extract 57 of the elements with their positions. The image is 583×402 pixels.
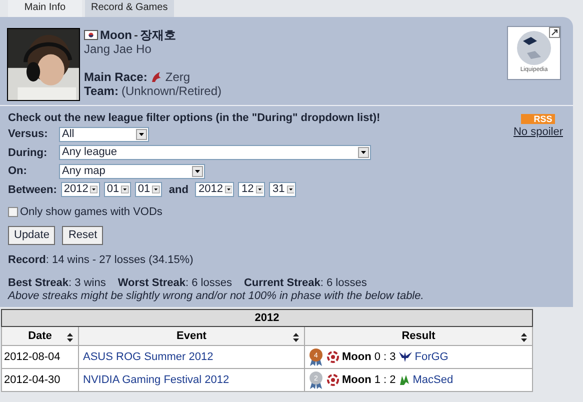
streak-value: : 6 losses	[320, 276, 367, 290]
tab[interactable]: Main Info	[8, 0, 82, 17]
no-spoiler-link[interactable]: No spoiler	[513, 124, 563, 140]
checkbox[interactable]	[8, 207, 18, 218]
filter-label: On:	[8, 164, 28, 179]
column-header[interactable]: Result	[304, 326, 532, 346]
player-name: Moon	[342, 372, 372, 388]
streak-value: : 3 wins	[68, 276, 106, 290]
dash: -	[134, 28, 138, 42]
race-label: Main Race:	[84, 70, 148, 84]
flag-icon	[84, 30, 98, 40]
real-name: Jang Jae Ho	[84, 42, 152, 56]
column-header[interactable]: Event	[78, 326, 304, 346]
streak-note: Above streaks might be slightly wrong and/or not 100% in phase with the below table.	[8, 290, 424, 302]
notice: Check out the new league filter options (in the "During" dropdown list)!	[8, 112, 380, 124]
dropdown[interactable]: All	[59, 126, 149, 142]
team-label: Team:	[84, 84, 118, 98]
streak-label: Worst Streak	[118, 276, 186, 290]
dropdown[interactable]: 12	[238, 182, 266, 198]
player-name: Moon	[342, 350, 372, 365]
filter-label: Between:	[8, 182, 57, 198]
dropdown[interactable]: Any map	[59, 164, 205, 179]
dropdown[interactable]: 01	[104, 182, 131, 198]
streak-value: : 6 losses	[186, 276, 232, 290]
tab[interactable]: Record & Games	[85, 0, 174, 17]
race-name: Zerg	[165, 70, 190, 84]
dropdown[interactable]: Any league	[59, 145, 371, 160]
table-title: 2012	[2, 309, 532, 326]
dropdown[interactable]: 01	[134, 182, 162, 198]
date-cell: 2012-08-04	[2, 346, 78, 368]
sort-icon	[293, 333, 299, 342]
form-button[interactable]: Update	[8, 226, 56, 244]
player-name: Moon	[100, 28, 132, 42]
streak-label: Best Streak	[8, 276, 69, 290]
score: 1 : 2	[374, 372, 396, 388]
dropdown[interactable]: 2012	[60, 182, 100, 198]
score: 0 : 3	[374, 350, 396, 365]
dropdown[interactable]: 2012	[195, 182, 234, 198]
checkbox-label: Only show games with VODs	[20, 205, 162, 220]
column-header[interactable]: Date	[2, 326, 78, 346]
sort-icon	[67, 333, 73, 342]
team-name: (Unknown/Retired)	[121, 84, 222, 98]
and-label: and	[168, 182, 188, 198]
globe-icon	[515, 29, 553, 67]
opponent-link[interactable]: ForGG	[414, 348, 448, 366]
filter-label: During:	[8, 146, 48, 160]
dropdown[interactable]: 31	[269, 182, 296, 198]
streak-label: Current Streak	[244, 276, 320, 290]
form-button[interactable]: Reset	[62, 226, 104, 244]
external-link-icon	[549, 27, 560, 38]
opponent-link[interactable]: MacSed	[412, 372, 454, 388]
filter-label: Versus:	[8, 127, 49, 142]
record-label: Record	[8, 254, 46, 266]
record-value: : 14 wins - 27 losses (34.15%)	[46, 254, 194, 266]
sort-icon	[521, 333, 527, 342]
date-cell: 2012-04-30	[2, 368, 78, 392]
native-name: 장재호	[140, 28, 176, 42]
